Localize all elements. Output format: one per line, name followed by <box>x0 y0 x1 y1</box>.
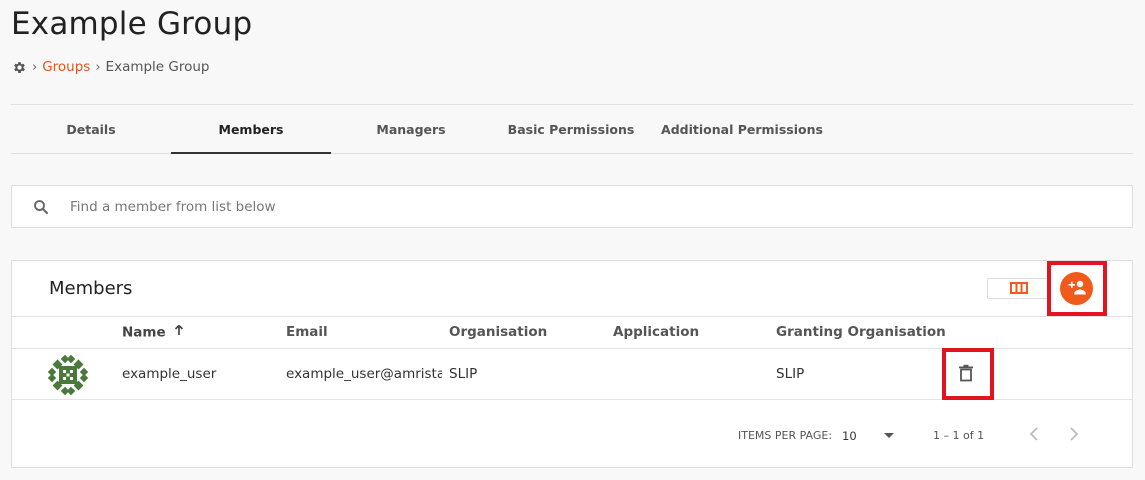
search-input[interactable] <box>70 198 1070 215</box>
breadcrumb-current: Example Group <box>105 59 210 75</box>
page-size-select[interactable]: 10 <box>840 423 900 447</box>
cell-application <box>613 349 773 400</box>
dropdown-arrow-icon <box>884 433 894 438</box>
previous-page-button[interactable] <box>1023 424 1045 446</box>
breadcrumb-separator-icon: › <box>32 59 38 75</box>
view-column-icon <box>1009 279 1028 298</box>
settings-icon[interactable] <box>11 59 27 75</box>
tab-details[interactable]: Details <box>11 105 171 153</box>
next-page-button[interactable] <box>1063 424 1085 446</box>
add-member-highlight <box>1047 261 1107 316</box>
breadcrumb: › Groups › Example Group <box>11 58 210 76</box>
cell-granting-organisation: SLIP <box>776 366 805 382</box>
avatar <box>47 354 89 396</box>
items-per-page-label: ITEMS PER PAGE: <box>738 429 833 442</box>
tab-members[interactable]: Members <box>171 105 331 154</box>
cell-name: example_user <box>122 366 217 382</box>
column-header-application: Application <box>613 324 700 340</box>
page-size-value: 10 <box>842 429 857 443</box>
chevron-left-icon <box>1029 426 1039 444</box>
tab-bar: Details Members Managers Basic Permissio… <box>11 104 1133 154</box>
tab-additional-permissions[interactable]: Additional Permissions <box>651 105 833 153</box>
column-header-name[interactable]: Name <box>122 317 185 348</box>
table-header: Name Email Organisation Application Gran… <box>12 316 1132 349</box>
search-icon <box>12 198 70 216</box>
column-header-granting-organisation: Granting Organisation <box>776 324 946 340</box>
cell-organisation: SLIP <box>449 366 478 382</box>
column-header-organisation: Organisation <box>449 324 548 340</box>
breadcrumb-groups-link[interactable]: Groups <box>42 59 90 75</box>
tab-managers[interactable]: Managers <box>331 105 491 153</box>
tab-basic-permissions[interactable]: Basic Permissions <box>491 105 651 153</box>
member-search <box>11 185 1133 228</box>
chevron-right-icon <box>1069 426 1079 444</box>
page-range-label: 1 – 1 of 1 <box>933 429 985 442</box>
members-card: Members Name Email Organisation Applicat… <box>11 260 1133 468</box>
column-header-name-label: Name <box>122 324 166 341</box>
column-toggle-button[interactable] <box>987 278 1050 299</box>
breadcrumb-separator-icon: › <box>95 59 101 75</box>
sort-ascending-icon <box>173 317 185 348</box>
paginator: ITEMS PER PAGE: 10 1 – 1 of 1 <box>12 421 1132 451</box>
remove-member-highlight <box>942 348 994 400</box>
page-title: Example Group <box>11 6 253 42</box>
column-header-email: Email <box>286 324 328 340</box>
cell-email: example_user@amristar <box>286 366 442 382</box>
members-card-title: Members <box>49 278 133 299</box>
